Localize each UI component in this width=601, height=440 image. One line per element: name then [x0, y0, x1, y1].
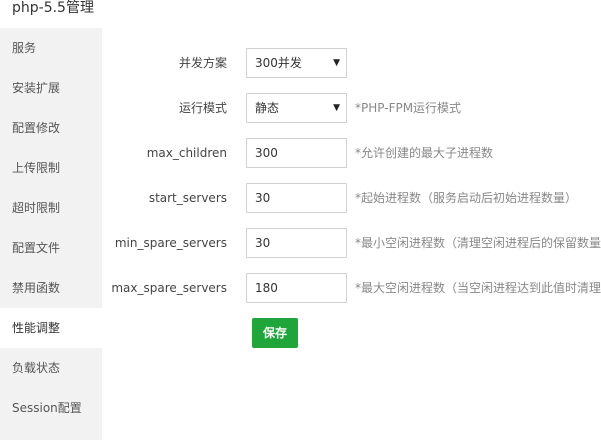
- sidebar-item-timeout-limit[interactable]: 超时限制: [0, 188, 102, 228]
- sidebar-item-disabled-functions[interactable]: 禁用函数: [0, 268, 102, 308]
- sidebar-item-session-config[interactable]: Session配置: [0, 388, 102, 428]
- mode-label: 运行模式: [178, 101, 227, 115]
- min-spare-servers-input[interactable]: 30: [246, 228, 347, 258]
- window-title: php-5.5管理: [12, 0, 94, 16]
- sidebar: 服务 安装扩展 配置修改 上传限制 超时限制 配置文件 禁用函数 性能调整 负载…: [0, 28, 102, 440]
- mode-hint: *PHP-FPM运行模式: [355, 101, 462, 115]
- max-spare-servers-input[interactable]: 180: [246, 273, 347, 303]
- sidebar-item-install-extension[interactable]: 安装扩展: [0, 68, 102, 108]
- concurrency-label: 并发方案: [178, 56, 227, 70]
- start-servers-label: start_servers: [148, 191, 227, 205]
- concurrency-select[interactable]: 300并发 ▼: [246, 48, 347, 78]
- max-spare-servers-hint: *最大空闲进程数（当空闲进程达到此值时清理: [355, 281, 601, 295]
- sidebar-item-upload-limit[interactable]: 上传限制: [0, 148, 102, 188]
- mode-select[interactable]: 静态 ▼: [246, 93, 347, 123]
- chevron-down-icon: ▼: [333, 58, 340, 68]
- start-servers-row: start_servers 30 *起始进程数（服务启动后初始进程数量）: [102, 183, 601, 213]
- mode-value: 静态: [255, 101, 280, 115]
- save-button[interactable]: 保存: [252, 318, 298, 348]
- concurrency-row: 并发方案 300并发 ▼: [102, 48, 601, 78]
- max-children-label: max_children: [146, 146, 227, 160]
- sidebar-item-service[interactable]: 服务: [0, 28, 102, 68]
- max-spare-servers-row: max_spare_servers 180 *最大空闲进程数（当空闲进程达到此值…: [102, 273, 601, 303]
- concurrency-value: 300并发: [255, 56, 302, 70]
- sidebar-item-config-file[interactable]: 配置文件: [0, 228, 102, 268]
- max-children-input[interactable]: 300: [246, 138, 347, 168]
- max-spare-servers-label: max_spare_servers: [111, 281, 227, 295]
- sidebar-item-performance[interactable]: 性能调整: [0, 308, 102, 348]
- start-servers-input[interactable]: 30: [246, 183, 347, 213]
- title-bar: php-5.5管理: [0, 0, 601, 28]
- sidebar-item-config-edit[interactable]: 配置修改: [0, 108, 102, 148]
- max-children-hint: *允许创建的最大子进程数: [355, 146, 494, 160]
- max-children-row: max_children 300 *允许创建的最大子进程数: [102, 138, 601, 168]
- min-spare-servers-label: min_spare_servers: [114, 236, 227, 250]
- min-spare-servers-row: min_spare_servers 30 *最小空闲进程数（清理空闲进程后的保留…: [102, 228, 601, 258]
- chevron-down-icon: ▼: [333, 103, 340, 113]
- performance-form: 并发方案 300并发 ▼ 运行模式 静态 ▼ *PHP-FPM运行模式 max_…: [102, 28, 601, 440]
- sidebar-item-load-status[interactable]: 负载状态: [0, 348, 102, 388]
- min-spare-servers-hint: *最小空闲进程数（清理空闲进程后的保留数量: [355, 236, 601, 250]
- mode-row: 运行模式 静态 ▼ *PHP-FPM运行模式: [102, 93, 601, 123]
- start-servers-hint: *起始进程数（服务启动后初始进程数量）: [355, 191, 578, 205]
